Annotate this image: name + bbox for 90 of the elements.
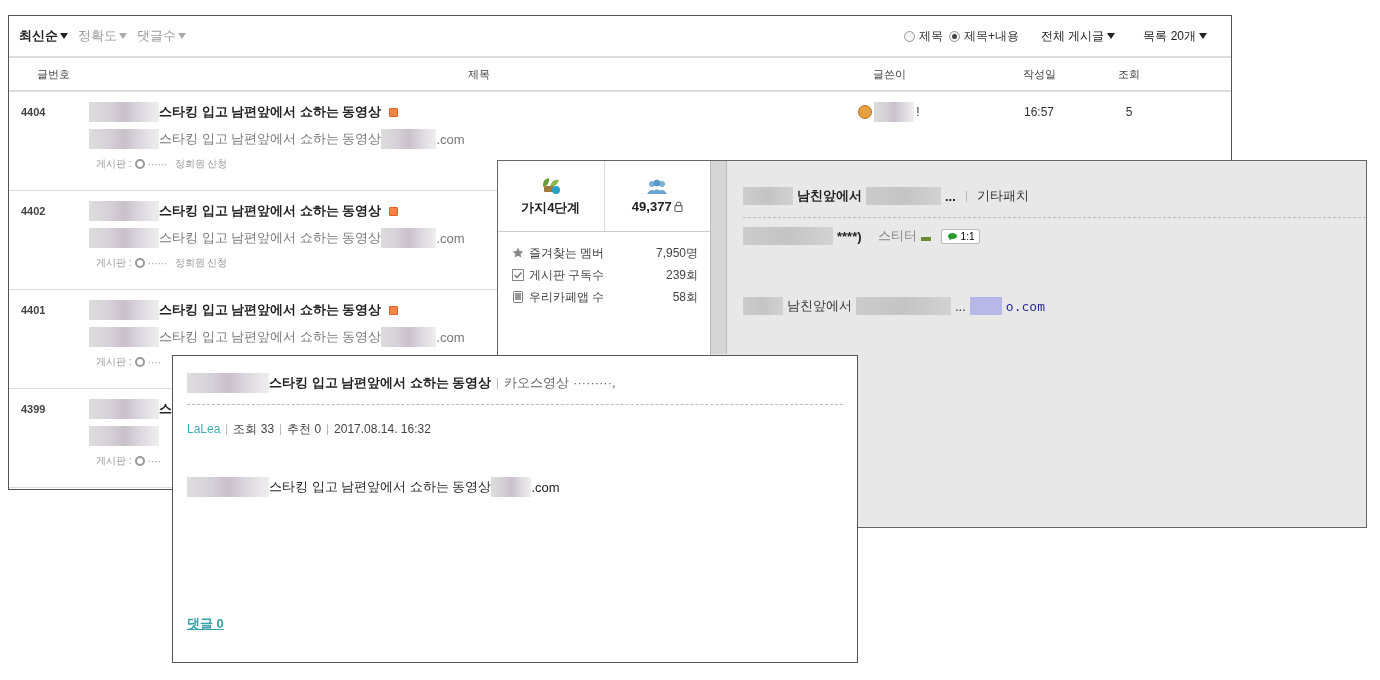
board-dots: ···· bbox=[147, 356, 161, 368]
post-summary: .com bbox=[436, 329, 465, 345]
post-date: 2017.08.14. 16:32 bbox=[334, 422, 431, 436]
filter-dropdown[interactable]: 전체 게시글 bbox=[1034, 26, 1122, 46]
post-summary: 스타킹 입고 남편앞에서 쇼하는 동영상 bbox=[159, 130, 382, 148]
redaction-blur bbox=[89, 300, 159, 320]
stat-value: 7,950명 bbox=[655, 244, 698, 262]
ring-icon bbox=[134, 456, 145, 466]
column-header: 글번호 bbox=[36, 66, 71, 82]
redaction-blur bbox=[89, 327, 159, 347]
board-label: 게시판 : bbox=[96, 454, 132, 468]
board-dots: ······ bbox=[147, 257, 168, 269]
post-number: 4404 bbox=[20, 106, 47, 118]
tablet-icon bbox=[512, 291, 524, 303]
radio-button[interactable] bbox=[903, 30, 915, 42]
member-level: 스티터 bbox=[877, 227, 917, 245]
post-title: 스타킹 입고 남편앞에서 쇼하는 동영상 bbox=[269, 374, 492, 392]
radio-button[interactable] bbox=[948, 30, 960, 42]
star-icon bbox=[512, 247, 524, 259]
redaction-blur bbox=[381, 327, 437, 347]
level-bar-icon bbox=[920, 237, 931, 241]
post-category[interactable]: 카오스영상 ·········, bbox=[504, 374, 616, 392]
redaction-blur bbox=[89, 228, 159, 248]
post-title: ... bbox=[945, 188, 956, 204]
post-title[interactable]: 스타킹 입고 남편앞에서 쇼하는 동영상 bbox=[159, 301, 382, 319]
column-header: 조회 bbox=[1117, 66, 1141, 82]
stat-value: 239회 bbox=[665, 266, 698, 284]
sort-tab[interactable]: 최신순 bbox=[19, 27, 68, 45]
radio-label: 제목+내용 bbox=[963, 27, 1019, 45]
radio-label: 제목 bbox=[918, 27, 943, 45]
column-header: 제목 bbox=[467, 66, 491, 82]
stat-label: 우리카페앱 수 bbox=[529, 288, 605, 306]
chat-bubble-icon bbox=[946, 231, 958, 241]
author-name[interactable]: ! bbox=[916, 105, 920, 119]
redaction-blur bbox=[89, 129, 159, 149]
post-summary: 스타킹 입고 남편앞에서 쇼하는 동영상 bbox=[159, 328, 382, 346]
redaction-blur bbox=[491, 477, 532, 497]
redaction-blur bbox=[381, 228, 437, 248]
post-time: 16:57 bbox=[1023, 105, 1055, 119]
board-label: 게시판 : bbox=[96, 157, 132, 171]
redaction-blur bbox=[89, 102, 159, 122]
stat-value: 58회 bbox=[672, 288, 698, 306]
stat-label: 즐겨찾는 멤버 bbox=[529, 244, 605, 262]
post-title: 남친앞에서 bbox=[797, 187, 862, 205]
like-count: 추천 0 bbox=[287, 420, 322, 438]
members-icon bbox=[645, 178, 670, 195]
avatar-icon bbox=[858, 105, 873, 119]
post-body: .com bbox=[531, 479, 560, 495]
post-title[interactable]: 스타킹 입고 남편앞에서 쇼하는 동영상 bbox=[159, 202, 382, 220]
view-count: 5 bbox=[1124, 105, 1134, 119]
post-summary: .com bbox=[436, 131, 465, 147]
checkbox-icon bbox=[512, 269, 524, 281]
post-summary: .com bbox=[436, 230, 465, 246]
board-dots: ······ bbox=[147, 158, 168, 170]
redaction-blur bbox=[969, 297, 1002, 315]
redaction-blur bbox=[743, 187, 793, 205]
redaction-blur bbox=[874, 102, 915, 122]
post-body: 남친앞에서 bbox=[787, 297, 852, 315]
cafe-level: 가지4단계 bbox=[521, 199, 581, 217]
ring-icon bbox=[134, 258, 145, 268]
post-body: ... bbox=[955, 298, 966, 314]
redaction-blur bbox=[381, 129, 437, 149]
post-link[interactable]: o.com bbox=[1005, 298, 1045, 314]
board-label: 게시판 : bbox=[96, 355, 132, 369]
ring-icon bbox=[134, 357, 145, 367]
column-header: 글쓴이 bbox=[871, 66, 907, 82]
lock-icon bbox=[673, 200, 683, 212]
post-title[interactable]: 스타킹 입고 남편앞에서 쇼하는 동영상 bbox=[159, 103, 382, 121]
filter-dropdown[interactable]: 목록 20개 bbox=[1137, 26, 1213, 46]
ring-icon bbox=[134, 159, 145, 169]
post-number: 4402 bbox=[20, 205, 47, 217]
post-number: 4399 bbox=[20, 403, 47, 415]
redaction-blur bbox=[743, 297, 783, 315]
redaction-blur bbox=[89, 426, 159, 446]
view-count: 조회 33 bbox=[233, 420, 275, 438]
chat-button[interactable]: 1:1 bbox=[940, 228, 981, 244]
splitter-bar[interactable] bbox=[711, 161, 727, 354]
column-header: 작성일 bbox=[1021, 66, 1057, 82]
post-title[interactable]: 스 bbox=[159, 400, 172, 418]
post-summary: 스타킹 입고 남편앞에서 쇼하는 동영상 bbox=[159, 229, 382, 247]
stat-label: 게시판 구독수 bbox=[529, 266, 605, 284]
board-label: 게시판 : bbox=[96, 256, 132, 270]
board-dots: ···· bbox=[147, 455, 161, 467]
redaction-blur bbox=[89, 201, 159, 221]
author-name: ****) bbox=[837, 228, 862, 244]
redaction-blur bbox=[89, 399, 159, 419]
member-count: 49,377 bbox=[631, 198, 672, 214]
post-number: 4401 bbox=[20, 304, 47, 316]
post-body: 스타킹 입고 남편앞에서 쇼하는 동영상 bbox=[269, 478, 492, 496]
post-category[interactable]: 기타패치 bbox=[976, 187, 1029, 205]
